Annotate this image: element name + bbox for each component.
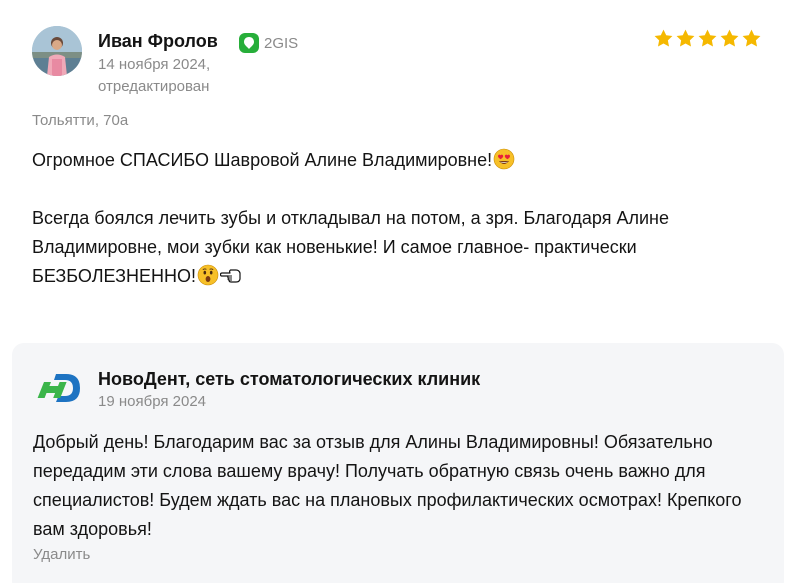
star-icon — [676, 29, 695, 47]
review-date-value: 14 ноября 2024, — [98, 56, 211, 73]
star-rating — [653, 28, 762, 49]
reply-text: Добрый день! Благодарим вас за отзыв для… — [33, 432, 742, 539]
review-paragraph-2-text: Всегда боялся лечить зубы и откладывал н… — [32, 208, 669, 286]
star-icon — [654, 29, 673, 47]
review-text: Огромное СПАСИБО Шавровой Алине Владимир… — [32, 146, 772, 291]
astonished-face-emoji-icon — [197, 264, 219, 286]
edited-label: отредактирован — [98, 78, 210, 95]
review-paragraph-1-text: Огромное СПАСИБО Шавровой Алине Владимир… — [32, 150, 493, 170]
star-icon — [720, 29, 739, 47]
review-paragraph-2: Всегда боялся лечить зубы и откладывал н… — [32, 204, 772, 291]
source-badge: 2GIS — [239, 32, 298, 54]
avatar[interactable] — [32, 26, 82, 76]
2gis-logo-icon — [239, 33, 259, 53]
star-icon — [698, 29, 717, 47]
heart-eyes-emoji-icon — [493, 148, 515, 170]
star-icon — [742, 29, 761, 47]
branch-address[interactable]: Тольятти, 70а — [32, 112, 128, 129]
novodent-logo-icon[interactable] — [36, 368, 82, 408]
official-reply-card: НовоДент, сеть стоматологических клиник … — [12, 343, 784, 583]
review-page: Иван Фролов 2GIS 14 ноября 2024, отредак… — [0, 0, 795, 583]
review-paragraph-1: Огромное СПАСИБО Шавровой Алине Владимир… — [32, 146, 772, 175]
reply-date: 19 ноября 2024 — [98, 393, 207, 410]
pointing-left-hand-emoji-icon — [219, 264, 242, 286]
source-label: 2GIS — [264, 34, 299, 52]
org-name[interactable]: НовоДент, сеть стоматологических клиник — [98, 369, 480, 390]
delete-reply-button[interactable]: Удалить — [33, 546, 90, 563]
author-name[interactable]: Иван Фролов — [98, 31, 218, 52]
review-header: Иван Фролов 2GIS 14 ноября 2024, отредак… — [32, 26, 772, 96]
review-date: 14 ноября 2024, отредактирован — [98, 54, 258, 98]
